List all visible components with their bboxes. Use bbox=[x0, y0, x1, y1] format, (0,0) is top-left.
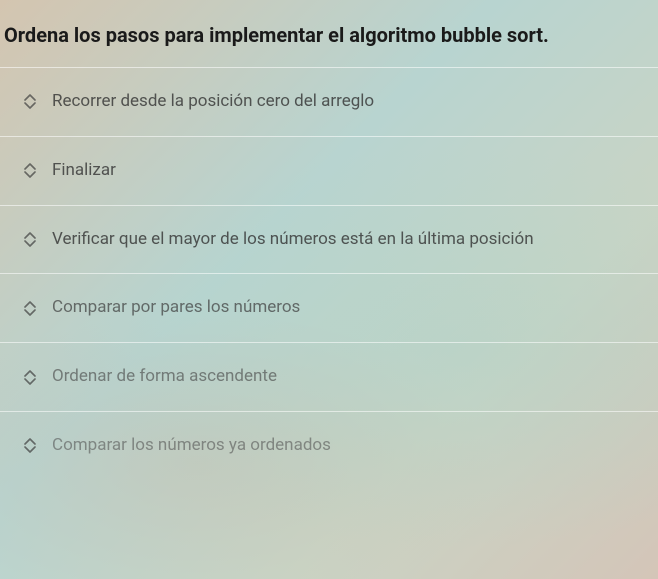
question-title: Ordena los pasos para implementar el alg… bbox=[0, 0, 658, 67]
item-label: Finalizar bbox=[52, 159, 116, 183]
sortable-item[interactable]: Ordenar de forma ascendente bbox=[0, 342, 658, 411]
item-label: Comparar por pares los números bbox=[52, 296, 300, 320]
drag-handle-icon[interactable] bbox=[24, 438, 36, 453]
sortable-list: Recorrer desde la posición cero del arre… bbox=[0, 67, 658, 480]
sortable-item[interactable]: Comparar los números ya ordenados bbox=[0, 411, 658, 480]
item-label: Ordenar de forma ascendente bbox=[52, 365, 277, 389]
sortable-item[interactable]: Finalizar bbox=[0, 136, 658, 205]
drag-handle-icon[interactable] bbox=[24, 301, 36, 316]
sortable-item[interactable]: Comparar por pares los números bbox=[0, 273, 658, 342]
item-label: Recorrer desde la posición cero del arre… bbox=[52, 90, 374, 114]
drag-handle-icon[interactable] bbox=[24, 94, 36, 109]
item-label: Verificar que el mayor de los números es… bbox=[52, 228, 534, 252]
drag-handle-icon[interactable] bbox=[24, 163, 36, 178]
sortable-item[interactable]: Recorrer desde la posición cero del arre… bbox=[0, 67, 658, 136]
drag-handle-icon[interactable] bbox=[24, 370, 36, 385]
drag-handle-icon[interactable] bbox=[24, 232, 36, 247]
item-label: Comparar los números ya ordenados bbox=[52, 434, 331, 458]
sortable-item[interactable]: Verificar que el mayor de los números es… bbox=[0, 205, 658, 274]
